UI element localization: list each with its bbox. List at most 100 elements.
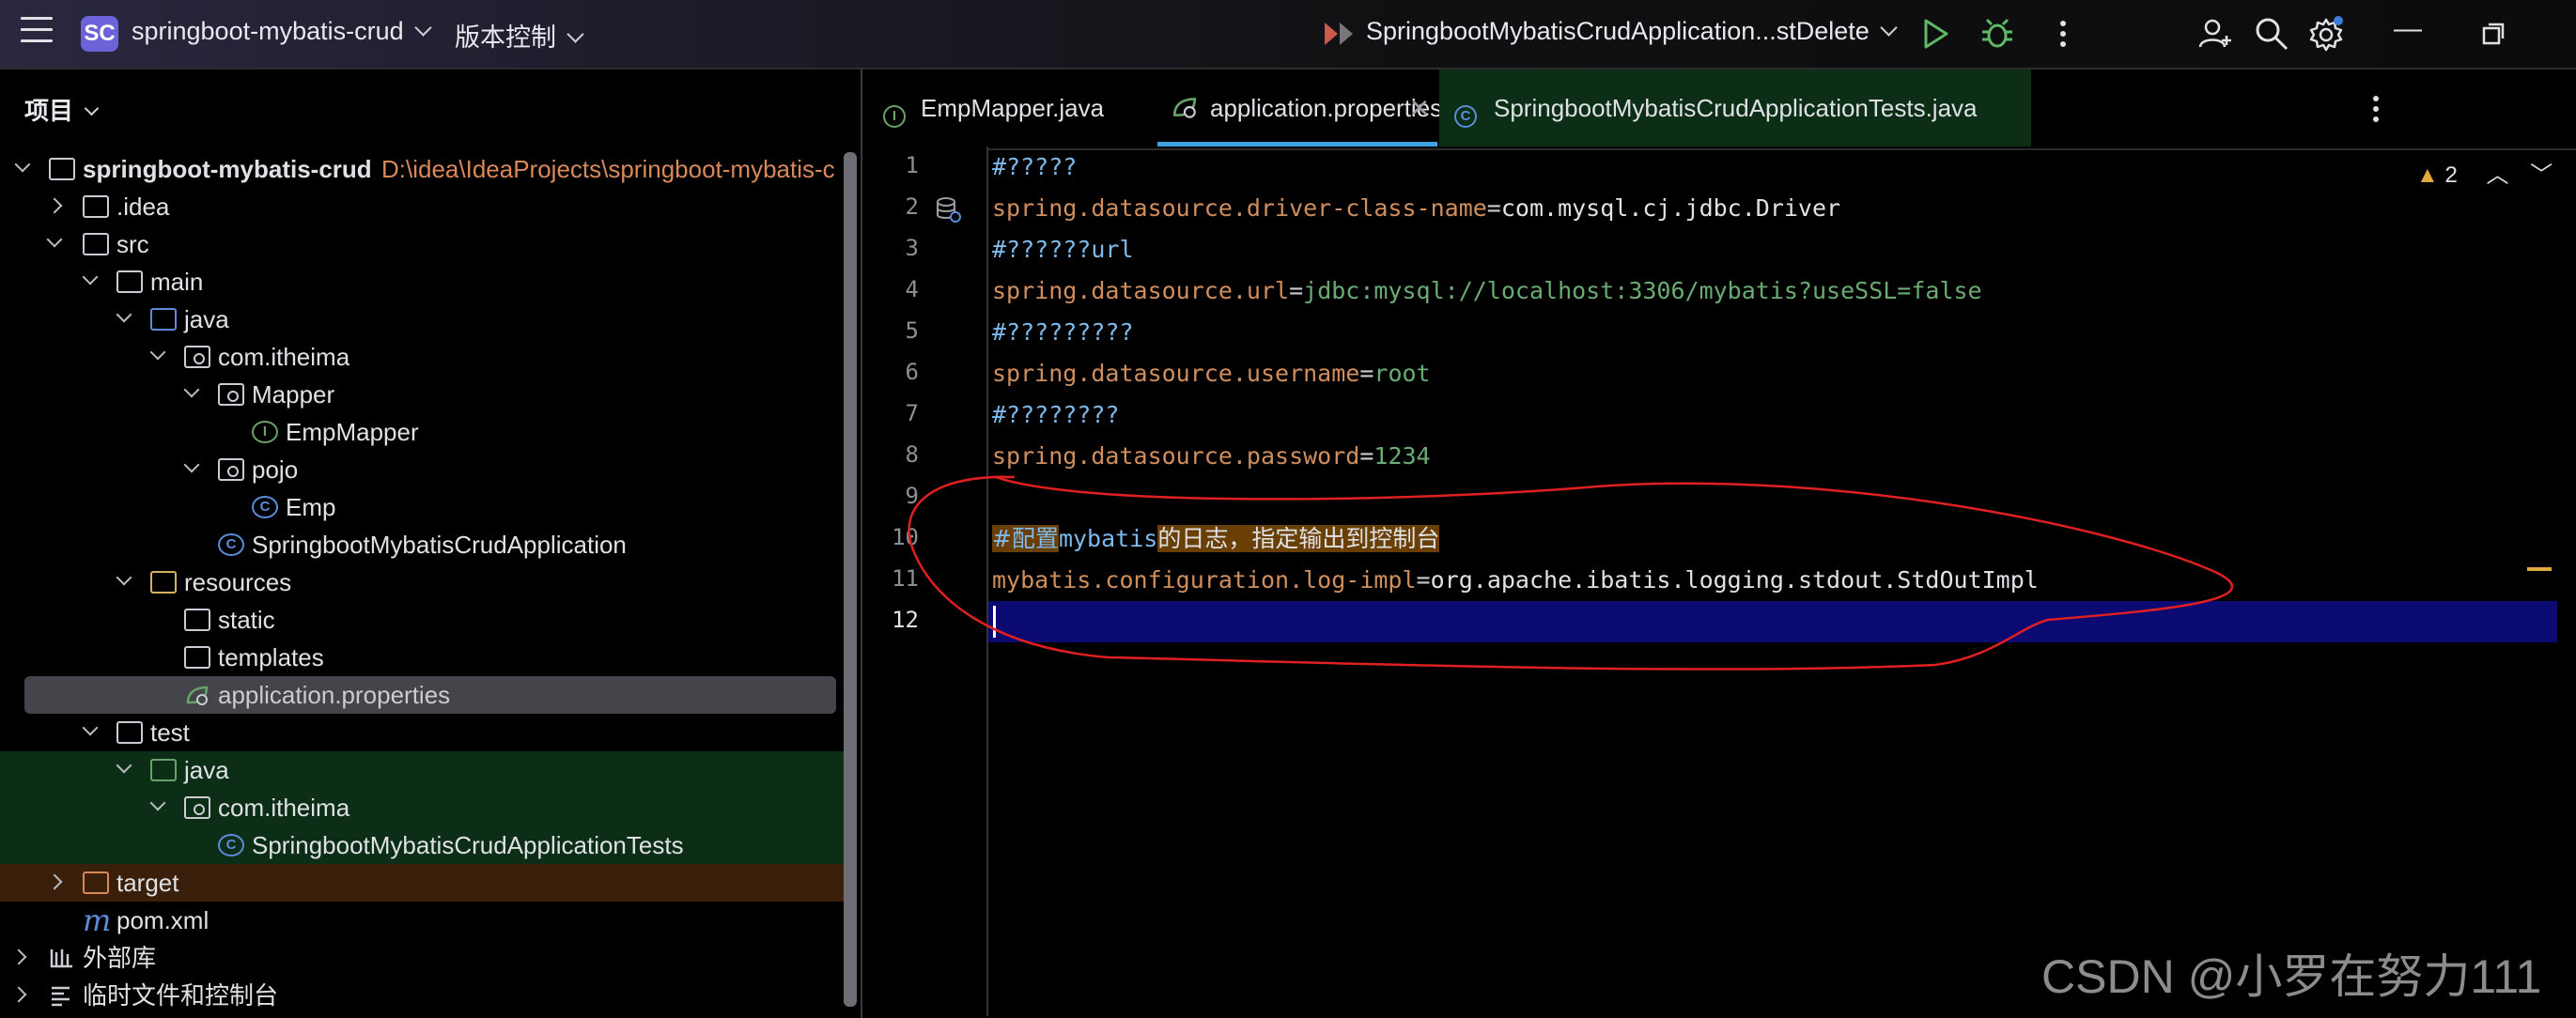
code-line-3: #??????url — [992, 236, 1134, 263]
project-badge[interactable]: SC — [81, 16, 118, 52]
project-switcher[interactable]: springboot-mybatis-crud — [132, 17, 432, 46]
inspection-widget[interactable]: ▲ 2 ︿ ﹀ — [2416, 156, 2553, 189]
chevron-down-icon[interactable] — [46, 231, 63, 248]
tree-item-label: templates — [218, 643, 324, 671]
tree-item-application-class[interactable]: C SpringbootMybatisCrudApplication — [0, 526, 846, 563]
chevron-down-icon[interactable] — [149, 344, 166, 361]
run-config-icon — [1325, 23, 1353, 45]
package-icon — [184, 796, 210, 819]
folder-icon — [116, 270, 143, 293]
previous-highlight-icon[interactable]: ︿ — [2486, 162, 2508, 188]
tree-root-label: springboot-mybatis-crud — [83, 155, 372, 183]
line-number: 4 — [905, 276, 919, 302]
folder-icon — [116, 721, 143, 744]
tree-item-emp[interactable]: C Emp — [0, 488, 846, 526]
spring-class-icon: C — [218, 533, 244, 556]
code-editor[interactable]: #????? spring.datasource.driver-class-na… — [988, 147, 2576, 1016]
tab-application-properties[interactable]: application.properties ✕ — [1157, 69, 1442, 147]
tree-item-scratches[interactable]: 临时文件和控制台 — [0, 977, 846, 1014]
tree-item-resources[interactable]: resources — [0, 563, 846, 601]
tree-item-label: main — [150, 268, 204, 296]
tree-item-label: java — [184, 756, 229, 784]
add-user-icon[interactable] — [2196, 15, 2234, 53]
more-vertical-icon[interactable] — [2044, 15, 2082, 53]
tree-item-mapper[interactable]: Mapper — [0, 376, 846, 413]
chevron-down-icon[interactable] — [82, 719, 99, 736]
restore-window-icon[interactable] — [2476, 17, 2514, 54]
tree-item-test-java[interactable]: java — [0, 751, 846, 789]
tree-root[interactable]: springboot-mybatis-crud D:\idea\IdeaProj… — [0, 150, 846, 188]
vcs-menu[interactable]: 版本控制 — [455, 17, 584, 54]
tree-item-application-properties[interactable]: application.properties — [24, 676, 836, 714]
chevron-down-icon[interactable] — [183, 381, 200, 398]
chevron-right-icon[interactable] — [10, 949, 27, 965]
line-number: 11 — [892, 565, 919, 592]
database-icon[interactable] — [934, 195, 962, 224]
run-config-selector[interactable]: SpringbootMybatisCrudApplication...stDel… — [1366, 17, 1898, 46]
tree-item-test[interactable]: test — [0, 714, 846, 751]
chevron-right-icon[interactable] — [10, 986, 27, 1003]
tree-item-external-libraries[interactable]: 外部库 — [0, 939, 846, 977]
chevron-down-icon[interactable] — [183, 456, 200, 473]
tree-item-package[interactable]: com.itheima — [0, 338, 846, 376]
tree-item-java[interactable]: java — [0, 301, 846, 338]
tree-item-label: SpringbootMybatisCrudApplication — [252, 531, 627, 559]
tab-empmapper[interactable]: I EmpMapper.java — [883, 69, 1156, 147]
resources-folder-icon — [150, 571, 177, 594]
module-folder-icon — [49, 158, 75, 180]
project-panel: 项目 springboot-mybatis-crud D:\idea\IdeaP… — [0, 68, 862, 1018]
tree-item-src[interactable]: src — [0, 225, 846, 263]
search-icon[interactable] — [2253, 15, 2290, 53]
tree-item-templates[interactable]: templates — [0, 639, 846, 676]
line-number: 8 — [905, 441, 919, 468]
tree-item-main[interactable]: main — [0, 263, 846, 301]
chevron-down-icon[interactable] — [149, 794, 166, 811]
test-class-icon: C — [218, 834, 244, 856]
excluded-folder-icon — [83, 871, 109, 894]
tree-item-pom[interactable]: m pom.xml — [0, 902, 846, 939]
chevron-right-icon[interactable] — [46, 197, 63, 214]
project-scrollbar[interactable] — [844, 152, 857, 1007]
chevron-down-icon[interactable] — [116, 306, 132, 323]
tab-menu-icon[interactable] — [2362, 90, 2390, 128]
tree-item-label: resources — [184, 568, 292, 596]
main-menu-icon[interactable] — [21, 17, 53, 45]
run-icon[interactable] — [1916, 15, 1954, 53]
chevron-down-icon[interactable] — [116, 757, 132, 774]
settings-gear-icon[interactable] — [2307, 15, 2345, 53]
next-highlight-icon[interactable]: ﹀ — [2530, 162, 2553, 188]
tree-item-target[interactable]: target — [0, 864, 846, 902]
chevron-right-icon[interactable] — [46, 873, 63, 890]
code-line-7: #???????? — [992, 401, 1120, 428]
chevron-down-icon — [1880, 19, 1898, 37]
tree-item-label: 临时文件和控制台 — [83, 981, 279, 1010]
tree-item-tests-class[interactable]: C SpringbootMybatisCrudApplicationTests — [0, 826, 846, 864]
close-icon[interactable]: ✕ — [1409, 69, 1430, 147]
tree-root-path: D:\idea\IdeaProjects\springboot-mybatis-… — [381, 155, 835, 183]
line-number: 2 — [905, 193, 919, 220]
source-folder-icon — [150, 308, 177, 331]
tree-item-empmapper[interactable]: I EmpMapper — [0, 413, 846, 451]
minimize-icon[interactable]: — — [2394, 13, 2422, 45]
tree-item-test-package[interactable]: com.itheima — [0, 789, 846, 826]
chevron-down-icon — [566, 25, 584, 43]
tree-item-label: com.itheima — [218, 794, 350, 822]
warning-stripe-marker[interactable] — [2527, 567, 2552, 571]
tree-item-label: static — [218, 606, 275, 634]
tree-item-label: target — [116, 869, 179, 897]
line-gutter: 1 2 3 4 5 6 7 8 9 10 11 12 — [862, 147, 988, 1016]
tree-item-idea[interactable]: .idea — [0, 188, 846, 225]
debug-icon[interactable] — [1979, 15, 2016, 53]
tab-tests-class[interactable]: C SpringbootMybatisCrudApplicationTests.j… — [1439, 69, 2031, 147]
tree-item-pojo[interactable]: pojo — [0, 451, 846, 488]
chevron-down-icon[interactable] — [82, 269, 99, 285]
folder-icon — [184, 646, 210, 669]
tree-item-label: Emp — [286, 493, 336, 521]
editor-tabs: I EmpMapper.java application.properties ✕… — [862, 68, 2576, 150]
tree-item-label: Mapper — [252, 380, 335, 409]
tab-label: SpringbootMybatisCrudApplicationTests.ja… — [1494, 94, 1978, 122]
chevron-down-icon[interactable] — [116, 569, 132, 586]
project-panel-header[interactable]: 项目 — [24, 92, 100, 127]
tree-item-static[interactable]: static — [0, 601, 846, 639]
chevron-down-icon[interactable] — [14, 156, 31, 173]
